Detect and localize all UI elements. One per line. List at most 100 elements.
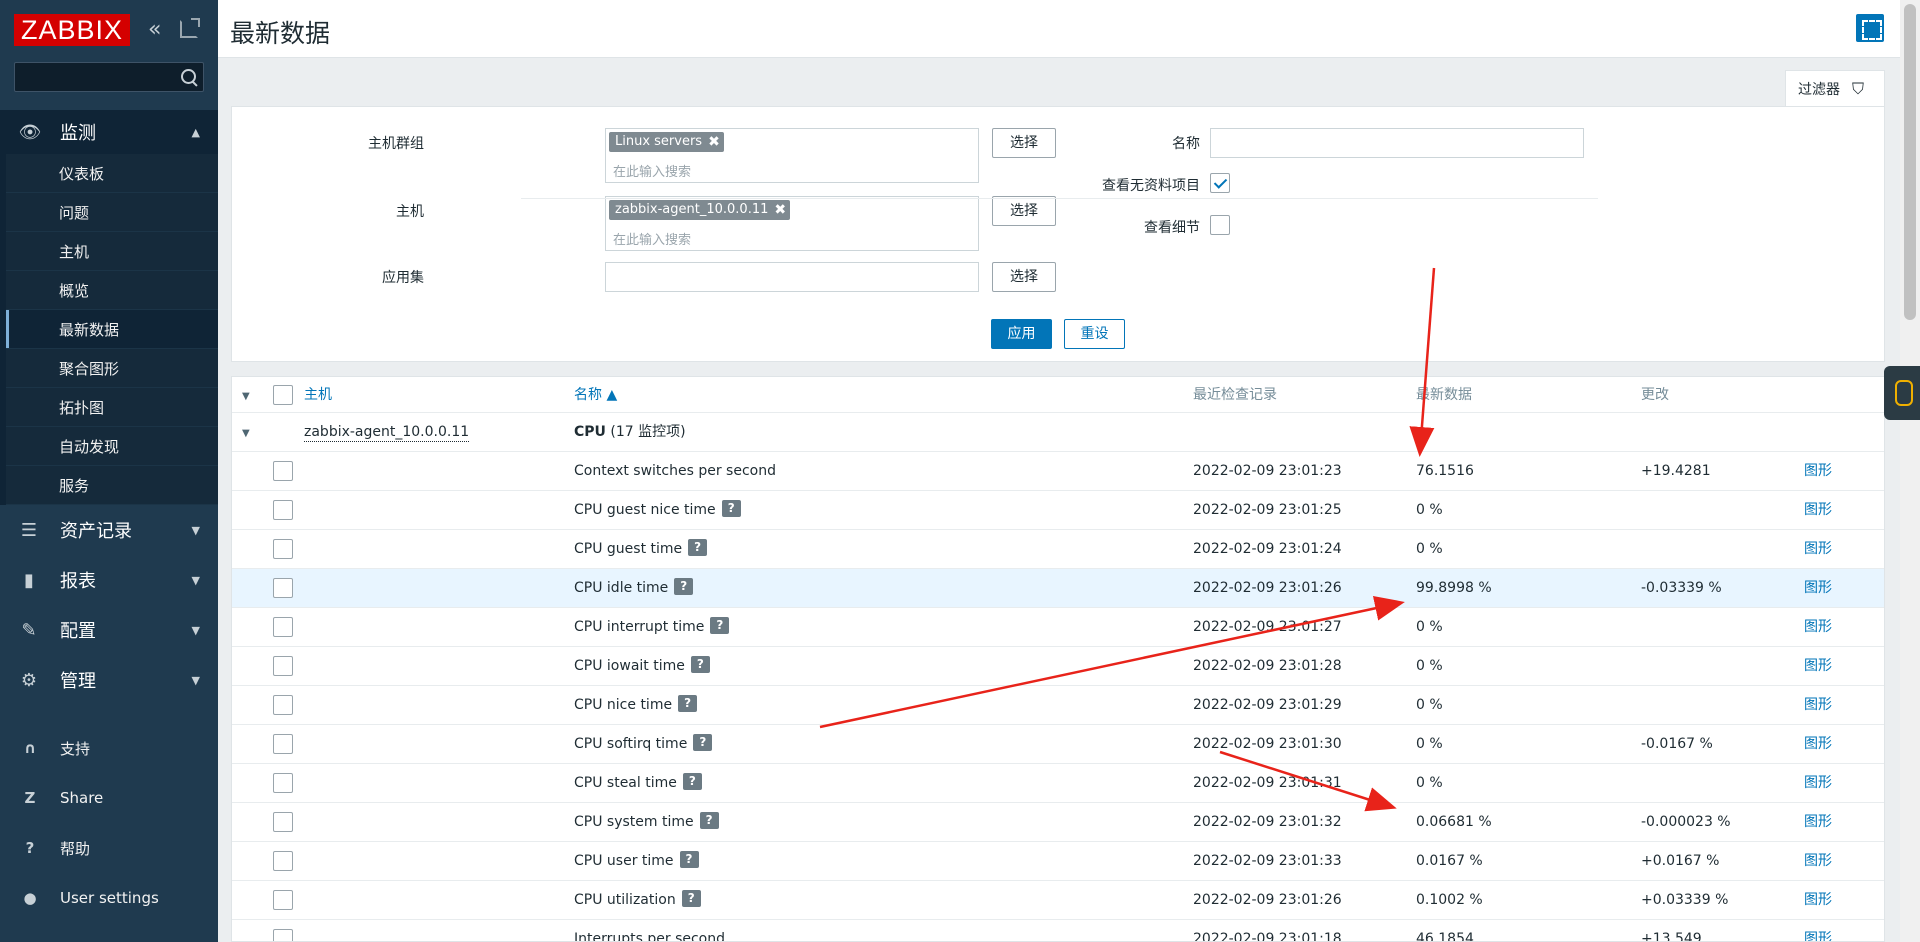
collapse-group-icon[interactable]: ▼	[242, 428, 250, 439]
graph-link[interactable]: 图形	[1804, 764, 1832, 803]
collapse-sidebar-icon[interactable]: «	[148, 18, 161, 42]
host-group-tag-label: Linux servers	[615, 134, 703, 149]
item-name: CPU iowait time	[574, 658, 685, 674]
graph-link[interactable]: 图形	[1804, 881, 1832, 920]
row-checkbox[interactable]	[273, 461, 293, 481]
menu-item-discovery[interactable]: 自动发现	[6, 427, 218, 466]
row-checkbox[interactable]	[273, 734, 293, 754]
page-scrollbar[interactable]	[1900, 0, 1920, 942]
select-all-checkbox[interactable]	[273, 385, 293, 405]
remove-tag-icon[interactable]: ✖	[774, 200, 786, 220]
show-no-data-checkbox[interactable]	[1210, 173, 1230, 193]
fullscreen-button[interactable]	[1856, 14, 1884, 42]
row-checkbox[interactable]	[273, 500, 293, 520]
menu-monitoring-label: 监测	[60, 123, 96, 144]
help-icon[interactable]: ?	[721, 499, 741, 517]
help-icon[interactable]: ?	[690, 655, 710, 673]
help-icon[interactable]: ?	[688, 538, 708, 556]
menu-item-dashboard[interactable]: 仪表板	[6, 154, 218, 193]
help-icon[interactable]: ?	[693, 733, 713, 751]
help-icon[interactable]: ?	[710, 616, 730, 634]
column-host[interactable]: 主机	[304, 377, 332, 416]
row-checkbox[interactable]	[273, 929, 293, 941]
menu-item-overview[interactable]: 概览	[6, 271, 218, 310]
scroll-thumb[interactable]	[1904, 4, 1916, 320]
latest-data-table: ▼ 主机 名称 ▲ 最近检查记录 最新数据 更改 ▼ zabbix-agent_…	[231, 376, 1885, 942]
row-checkbox[interactable]	[273, 539, 293, 559]
help-icon[interactable]: ?	[679, 850, 699, 868]
menu-help[interactable]: ? 帮助	[0, 823, 218, 873]
host-group-select-button[interactable]: 选择	[992, 128, 1056, 158]
table-row: CPU iowait time? 2022-02-09 23:01:28 0 % 图形	[232, 647, 1884, 686]
graph-link[interactable]: 图形	[1804, 647, 1832, 686]
side-widget-tab[interactable]	[1884, 366, 1920, 420]
column-last-value: 最新数据	[1416, 387, 1472, 403]
menu-item-latest-data[interactable]: 最新数据	[6, 310, 218, 349]
menu-help-label: 帮助	[60, 839, 91, 858]
column-name[interactable]: 名称 ▲	[574, 377, 617, 416]
graph-link[interactable]: 图形	[1804, 452, 1832, 491]
graph-link[interactable]: 图形	[1804, 725, 1832, 764]
show-details-label: 查看细节	[1144, 220, 1200, 236]
menu-monitoring[interactable]: 👁 监测 ▲	[0, 110, 218, 154]
graph-link[interactable]: 图形	[1804, 530, 1832, 569]
host-search-placeholder: 在此输入搜索	[613, 233, 692, 248]
zabbix-logo[interactable]: ZABBIX	[14, 14, 130, 46]
reset-button[interactable]: 重设	[1064, 319, 1125, 349]
row-checkbox[interactable]	[273, 812, 293, 832]
apply-button[interactable]: 应用	[991, 319, 1052, 349]
graph-link[interactable]: 图形	[1804, 842, 1832, 881]
help-icon[interactable]: ?	[681, 889, 701, 907]
menu-item-problems[interactable]: 问题	[6, 193, 218, 232]
share-icon: Z	[24, 789, 36, 807]
help-icon[interactable]: ?	[682, 772, 702, 790]
row-checkbox[interactable]	[273, 578, 293, 598]
row-checkbox[interactable]	[273, 656, 293, 676]
menu-item-screens[interactable]: 聚合图形	[6, 349, 218, 388]
main-menu: 👁 监测 ▲ 仪表板 问题 主机 概览 最新数据 聚合图形 拓扑图 自动发现 服…	[0, 110, 218, 923]
menu-configuration[interactable]: ✎ 配置 ▼	[0, 605, 218, 655]
menu-administration[interactable]: ⚙ 管理 ▼	[0, 655, 218, 705]
remove-tag-icon[interactable]: ✖	[708, 132, 720, 152]
show-details-checkbox[interactable]	[1210, 215, 1230, 235]
host-multiselect[interactable]: zabbix-agent_10.0.0.11 ✖ 在此输入搜索	[605, 196, 979, 251]
menu-share[interactable]: Z Share	[0, 773, 218, 823]
help-icon[interactable]: ?	[678, 694, 698, 712]
host-group-multiselect[interactable]: Linux servers ✖ 在此输入搜索	[605, 128, 979, 183]
row-checkbox[interactable]	[273, 851, 293, 871]
table-row: CPU steal time? 2022-02-09 23:01:31 0 % 图形	[232, 764, 1884, 803]
graph-link[interactable]: 图形	[1804, 608, 1832, 647]
menu-item-services[interactable]: 服务	[6, 466, 218, 505]
menu-item-maps[interactable]: 拓扑图	[6, 388, 218, 427]
search-icon[interactable]	[179, 67, 199, 87]
menu-item-hosts[interactable]: 主机	[6, 232, 218, 271]
graph-link[interactable]: 图形	[1804, 686, 1832, 725]
graph-link[interactable]: 图形	[1804, 569, 1832, 608]
row-checkbox[interactable]	[273, 617, 293, 637]
item-name: CPU interrupt time	[574, 619, 705, 635]
graph-link[interactable]: 图形	[1804, 920, 1832, 941]
help-icon[interactable]: ?	[674, 577, 694, 595]
graph-link[interactable]: 图形	[1804, 803, 1832, 842]
row-checkbox[interactable]	[273, 890, 293, 910]
kiosk-mode-icon[interactable]	[180, 18, 200, 38]
host-select-button[interactable]: 选择	[992, 196, 1056, 226]
menu-reports[interactable]: ▮ 报表 ▼	[0, 555, 218, 605]
menu-user-settings[interactable]: ● User settings	[0, 873, 218, 923]
host-link[interactable]: zabbix-agent_10.0.0.11	[304, 423, 470, 442]
menu-support[interactable]: ∩ 支持	[0, 723, 218, 773]
application-input[interactable]	[605, 262, 979, 292]
headset-icon: ∩	[23, 739, 37, 757]
row-checkbox[interactable]	[273, 695, 293, 715]
help-icon[interactable]: ?	[699, 811, 719, 829]
name-input[interactable]	[1210, 128, 1584, 158]
last-value: 0 %	[1416, 697, 1443, 713]
row-checkbox[interactable]	[273, 773, 293, 793]
menu-inventory[interactable]: ☰ 资产记录 ▼	[0, 505, 218, 555]
filter-tab[interactable]: 过滤器 ⛉	[1785, 70, 1885, 106]
global-search-input[interactable]	[14, 62, 204, 92]
graph-link[interactable]: 图形	[1804, 491, 1832, 530]
list-icon: ☰	[20, 519, 38, 541]
collapse-all-icon[interactable]: ▼	[242, 391, 250, 402]
application-select-button[interactable]: 选择	[992, 262, 1056, 292]
